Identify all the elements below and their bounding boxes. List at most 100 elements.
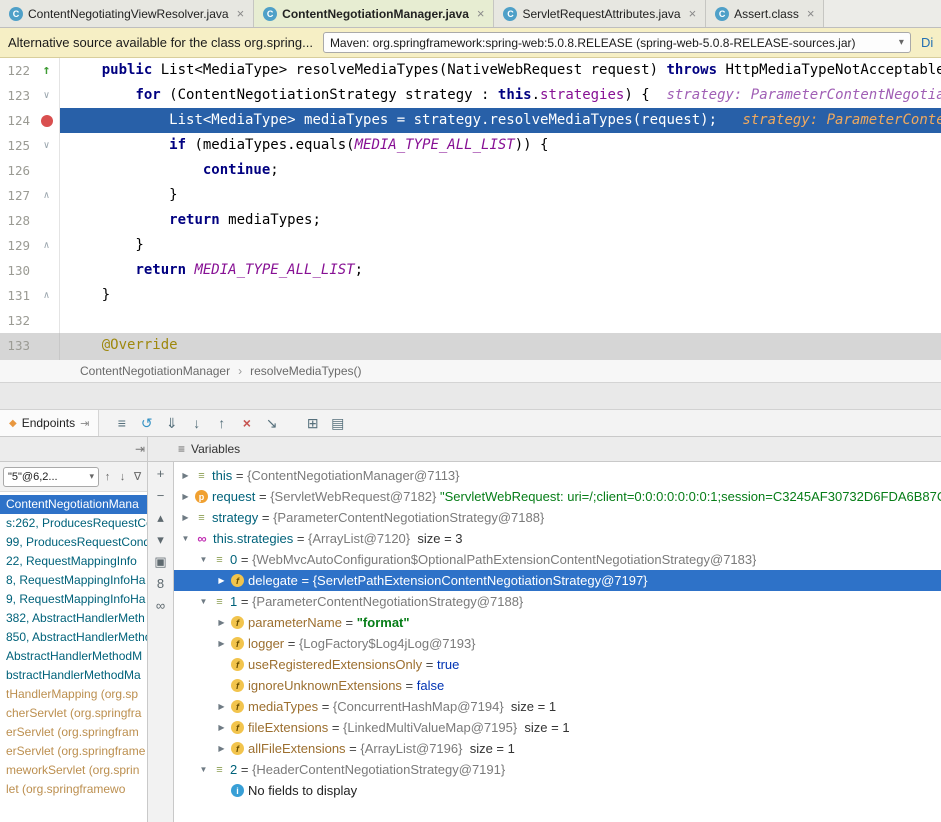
tab-endpoints[interactable]: ◆ Endpoints ⇥ [0,410,99,436]
stack-frame[interactable]: ContentNegotiationMana [0,495,147,514]
variable-row[interactable]: ▶fparameterName = "format" [174,612,941,633]
watch-return-values-button[interactable]: ∞ [151,597,171,615]
filter-funnel-icon[interactable]: ∇ [131,470,144,483]
value-token: this [212,468,232,483]
breakpoint-icon[interactable] [41,115,53,127]
variable-row[interactable]: fignoreUnknownExtensions = false [174,675,941,696]
stack-frame[interactable]: s:262, ProducesRequestCo [0,514,147,533]
variable-row[interactable]: ▶fdelegate = {ServletPathExtensionConten… [174,570,941,591]
editor-tab[interactable]: CContentNegotiationManager.java× [254,0,494,27]
tab-close-icon[interactable]: × [689,6,697,21]
line-number: 125 [0,133,34,158]
layout-settings-icon[interactable]: ▤ [325,415,350,432]
variable-row[interactable]: ▼≡2 = {HeaderContentNegotiationStrategy@… [174,759,941,780]
code-token [68,262,135,278]
chevron-down-icon[interactable]: ▼ [198,555,209,564]
step-over-icon[interactable]: ⇓ [159,415,184,432]
tab-close-icon[interactable]: × [237,6,245,21]
notification-message: Alternative source available for the cla… [8,35,313,50]
variable-row[interactable]: ▼∞this.strategies = {ArrayList@7120} siz… [174,528,941,549]
stack-frame[interactable]: 99, ProducesRequestCond [0,533,147,552]
value-token: = [258,510,273,525]
stack-frame[interactable]: 22, RequestMappingInfo [0,552,147,571]
stack-frame[interactable]: bstractHandlerMethodMa [0,666,147,685]
breadcrumb-separator-icon: › [238,364,242,378]
tab-close-icon[interactable]: × [477,6,485,21]
stack-frame[interactable]: cherServlet (org.springfra [0,704,147,723]
variable-row[interactable]: iNo fields to display [174,780,941,801]
variable-row[interactable]: ▼≡0 = {WebMvcAutoConfiguration$OptionalP… [174,549,941,570]
chevron-down-icon[interactable]: ▼ [198,597,209,606]
fold-end-icon[interactable]: ∧ [43,283,49,308]
code-editor: 122↑ public List<MediaType> resolveMedia… [0,58,941,360]
stack-frame[interactable]: erServlet (org.springframe [0,742,147,761]
grid-view-icon[interactable]: ⊞ [300,415,325,432]
variable-row[interactable]: ▶ffileExtensions = {LinkedMultiValueMap@… [174,717,941,738]
view-menu-icon[interactable]: ≡ [109,415,134,431]
chevron-right-icon[interactable]: ▶ [216,639,227,648]
chevron-right-icon[interactable]: ▶ [216,702,227,711]
code-line: 127∧ } [0,183,941,208]
code-token: List<MediaType> mediaTypes = strategy.re… [169,112,717,128]
chevron-right-icon[interactable]: ▶ [216,576,227,585]
variables-menu-icon[interactable]: ≡ [178,442,185,456]
implemented-marker-icon[interactable]: ↑ [43,58,51,83]
disable-link[interactable]: Di [921,35,933,50]
chevron-right-icon[interactable]: ▶ [180,471,191,480]
value-token: = [293,531,308,546]
variable-row[interactable]: ▶≡strategy = {ParameterContentNegotiatio… [174,507,941,528]
chevron-down-icon[interactable]: ▼ [180,534,191,543]
run-to-cursor-icon[interactable]: ↘ [259,415,284,432]
thread-selector[interactable]: "5"@6,2... ▾ [3,467,99,487]
variable-row[interactable]: ▶fmediaTypes = {ConcurrentHashMap@7194} … [174,696,941,717]
variable-row[interactable]: fuseRegisteredExtensionsOnly = true [174,654,941,675]
variable-row[interactable]: ▶flogger = {LogFactory$Log4jLog@7193} [174,633,941,654]
fold-end-icon[interactable]: ∧ [43,233,49,258]
stack-frame[interactable]: 8, RequestMappingInfoHa [0,571,147,590]
chevron-right-icon[interactable]: ▶ [180,492,191,501]
variable-row[interactable]: ▼≡1 = {ParameterContentNegotiationStrate… [174,591,941,612]
scroll-down-button[interactable]: ▾ [151,531,171,549]
source-jar-select[interactable]: Maven: org.springframework:spring-web:5.… [323,32,911,53]
stack-frame[interactable]: tHandlerMapping (org.sp [0,685,147,704]
step-into-icon[interactable]: ↓ [184,415,209,431]
scroll-up-button[interactable]: ▴ [151,509,171,527]
remove-watch-button[interactable]: − [151,487,171,505]
editor-tab[interactable]: CAssert.class× [706,0,824,27]
drop-frame-icon[interactable]: × [234,415,259,431]
fold-collapse-icon[interactable]: ∨ [43,83,49,108]
stack-frame[interactable]: 382, AbstractHandlerMeth [0,609,147,628]
breadcrumb-item-method[interactable]: resolveMediaTypes() [250,364,361,378]
breadcrumb-item-class[interactable]: ContentNegotiationManager [80,364,230,378]
stack-frame[interactable]: 850, AbstractHandlerMetho [0,628,147,647]
fold-collapse-icon[interactable]: ∨ [43,133,49,158]
gutter-cell: ∨ [34,83,60,108]
duplicate-watch-button[interactable]: ▣ [151,553,171,571]
variable-row[interactable]: ▶fallFileExtensions = {ArrayList@7196} s… [174,738,941,759]
evaluate-expression-button[interactable]: 8 [151,575,171,593]
editor-tab[interactable]: CServletRequestAttributes.java× [494,0,706,27]
stack-frame[interactable]: AbstractHandlerMethodM [0,647,147,666]
step-out-icon[interactable]: ↑ [209,415,234,431]
stack-frame[interactable]: erServlet (org.springfram [0,723,147,742]
stack-frame[interactable]: 9, RequestMappingInfoHa [0,590,147,609]
fold-end-icon[interactable]: ∧ [43,183,49,208]
previous-frame-button[interactable]: ↑ [101,471,114,483]
class-icon: C [715,7,729,21]
next-frame-button[interactable]: ↓ [116,471,129,483]
panel-arrow-icon[interactable]: ⇥ [135,442,145,456]
stack-frame[interactable]: let (org.springframewo [0,780,147,799]
editor-tab[interactable]: CContentNegotiatingViewResolver.java× [0,0,254,27]
chevron-right-icon[interactable]: ▶ [216,723,227,732]
stack-frame[interactable]: meworkServlet (org.sprin [0,761,147,780]
variable-row[interactable]: ▶≡this = {ContentNegotiationManager@7113… [174,465,941,486]
chevron-right-icon[interactable]: ▶ [216,618,227,627]
value-icon: ≡ [195,470,208,482]
chevron-down-icon[interactable]: ▼ [198,765,209,774]
variable-row[interactable]: ▶prequest = {ServletWebRequest@7182} "Se… [174,486,941,507]
add-watch-button[interactable]: + [151,465,171,483]
chevron-right-icon[interactable]: ▶ [180,513,191,522]
tab-close-icon[interactable]: × [807,6,815,21]
rerun-icon[interactable]: ↺ [134,415,159,432]
chevron-right-icon[interactable]: ▶ [216,744,227,753]
